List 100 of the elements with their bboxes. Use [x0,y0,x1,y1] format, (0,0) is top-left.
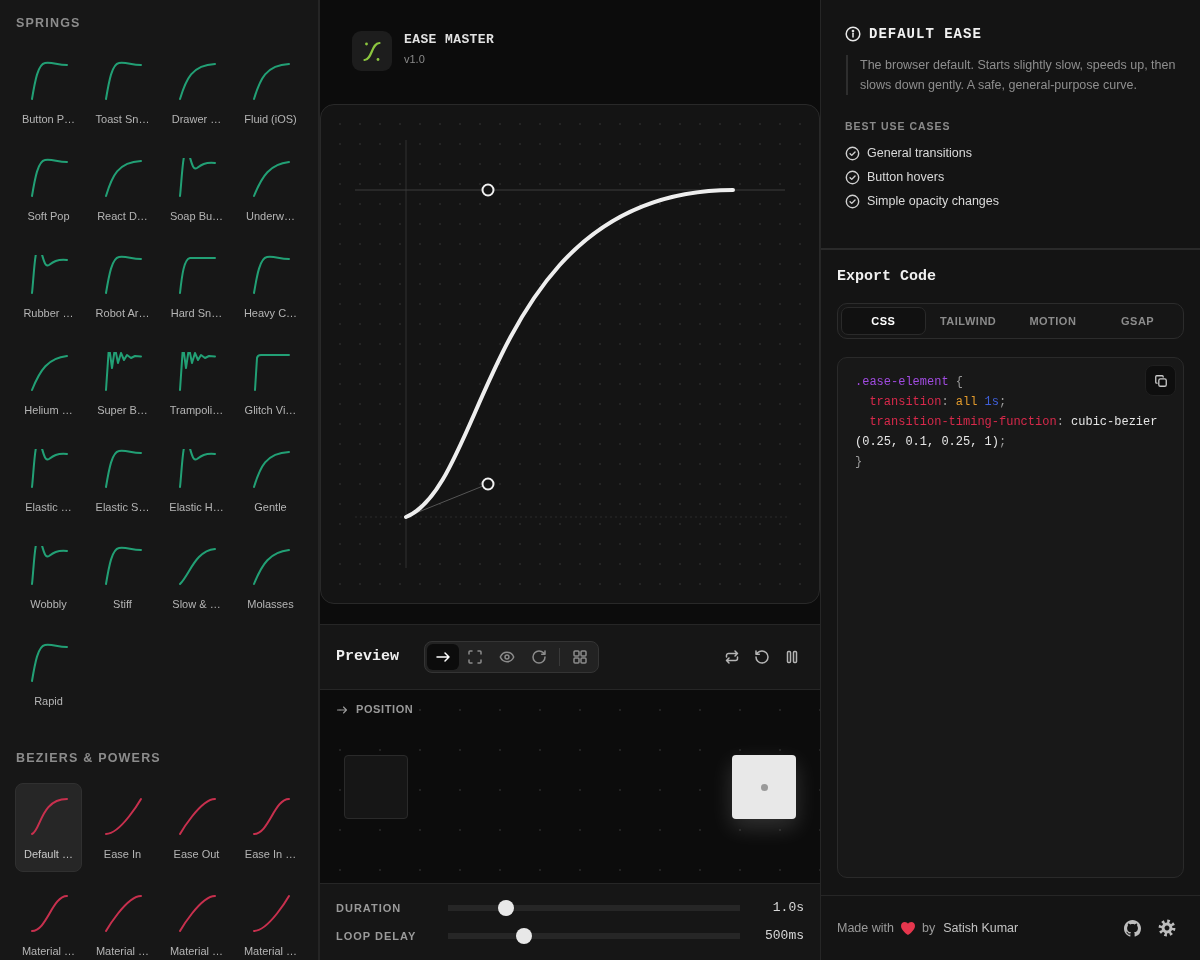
curve-icon [102,158,143,198]
code-tab[interactable]: CSS [841,307,926,335]
mode-tab[interactable] [427,644,459,670]
preset-tile[interactable]: Elastic S… [89,436,156,525]
logo-icon [352,31,392,71]
code-line: } [855,454,863,471]
curve-icon [250,255,291,295]
slider-thumb[interactable] [515,928,532,944]
preset-tile[interactable]: React D… [89,145,156,234]
preset-tile[interactable]: Fluid (iOS) [237,48,304,137]
curve-icon [250,893,291,933]
preset-tile[interactable]: Material … [15,880,82,960]
curve-icon [250,158,291,198]
slider-thumb[interactable] [498,900,515,916]
heart-icon [901,921,915,935]
check-circle-icon [845,193,860,209]
preset-tile[interactable]: Ease Out [163,783,230,872]
copy-button[interactable] [1145,365,1176,396]
preset-tile[interactable]: Hard Sn… [163,242,230,331]
preset-tile[interactable]: Material … [163,880,230,960]
github-button[interactable] [1124,919,1141,937]
code-line: transition-timing-function: cubic-bezier (0.25, 0.1, 0.25, 1); [855,414,1159,451]
check-circle-icon [845,169,860,185]
control-handle[interactable] [481,183,495,197]
preset-tile[interactable]: Super B… [89,339,156,428]
slider-value: 1.0s [772,900,804,916]
code-tab[interactable]: TAILWIND [925,307,1011,335]
preset-tile[interactable]: Gentle [237,436,304,525]
preset-tile[interactable]: Heavy C… [237,242,304,331]
start-position-box [344,755,408,819]
version-label: v1.0 [404,52,425,66]
curve-icon [176,796,217,836]
preset-tile[interactable]: Molasses [237,533,304,622]
preview-title: Preview [336,648,399,666]
curve-icon [28,449,69,489]
curve-icon [176,158,217,198]
code-tab[interactable]: GSAP [1095,307,1180,335]
curve-icon [250,61,291,101]
section-heading: BEZIERS & POWERS [16,751,161,765]
rotate-icon [531,649,547,665]
code-tab[interactable]: MOTION [1010,307,1096,335]
preset-tile[interactable]: Helium … [15,339,82,428]
control-handle[interactable] [481,477,495,491]
curve-icon [250,796,291,836]
grid-icon [572,649,588,665]
preset-tile[interactable]: Elastic … [15,436,82,525]
preset-tile[interactable]: Glitch Vi… [237,339,304,428]
preset-tile[interactable]: Default … [15,783,82,872]
preset-tile[interactable]: Ease In [89,783,156,872]
preset-tile[interactable]: Underw… [237,145,304,234]
curve-icon [250,546,291,586]
preset-tile[interactable]: Rapid [15,630,82,719]
stage-label: POSITION [356,703,414,716]
curve-icon [28,61,69,101]
arrow-right-icon [336,703,348,716]
curve-icon [28,255,69,295]
preset-tile[interactable]: Slow & … [163,533,230,622]
preset-tile[interactable]: Soft Pop [15,145,82,234]
curve-icon [176,61,217,101]
preset-tile[interactable]: Soap Bu… [163,145,230,234]
curve-icon [102,255,143,295]
use-case-item: Button hovers [867,169,945,185]
preset-title: DEFAULT EASE [869,26,982,42]
author-link[interactable]: Satish Kumar [943,920,1019,936]
settings-button[interactable] [1158,919,1176,937]
curve-icon [176,893,217,933]
curve-icon [176,352,217,392]
preset-tile[interactable]: Button P… [15,48,82,137]
preset-tile[interactable]: Rubber … [15,242,82,331]
github-icon [1124,919,1141,937]
curve-icon [28,352,69,392]
preset-tile[interactable]: Material … [89,880,156,960]
use-case-item: General transitions [867,145,972,161]
preset-tile[interactable]: Trampoli… [163,339,230,428]
curve-icon [28,158,69,198]
arrow-right-icon [435,649,451,665]
preset-description: The browser default. Starts slightly slow, speeds up, then slows down gently. A safe, general-purpose curve. [846,55,1184,95]
preset-tile[interactable]: Drawer … [163,48,230,137]
pause-icon [784,649,800,665]
preset-tile[interactable]: Ease In … [237,783,304,872]
curve-icon [102,61,143,101]
curve-icon [28,796,69,836]
preset-tile[interactable]: Toast Sn… [89,48,156,137]
curve-icon [28,643,69,683]
check-circle-icon [845,145,860,161]
curve-icon [176,449,217,489]
slider-label: LOOP DELAY [336,929,418,943]
preset-tile[interactable]: Elastic H… [163,436,230,525]
preset-tile[interactable]: Wobbly [15,533,82,622]
curve-icon [102,352,143,392]
by-text: by [922,920,936,936]
preset-tile[interactable]: Stiff [89,533,156,622]
slider-label: DURATION [336,901,403,915]
preset-tile[interactable]: Robot Ar… [89,242,156,331]
curve-icon [102,449,143,489]
curve-icon [28,893,69,933]
preset-tile[interactable]: Material … [237,880,304,960]
app-title: EASE MASTER [404,32,495,48]
code-line: .ease-element { [855,374,964,391]
repeat-icon [724,649,740,665]
